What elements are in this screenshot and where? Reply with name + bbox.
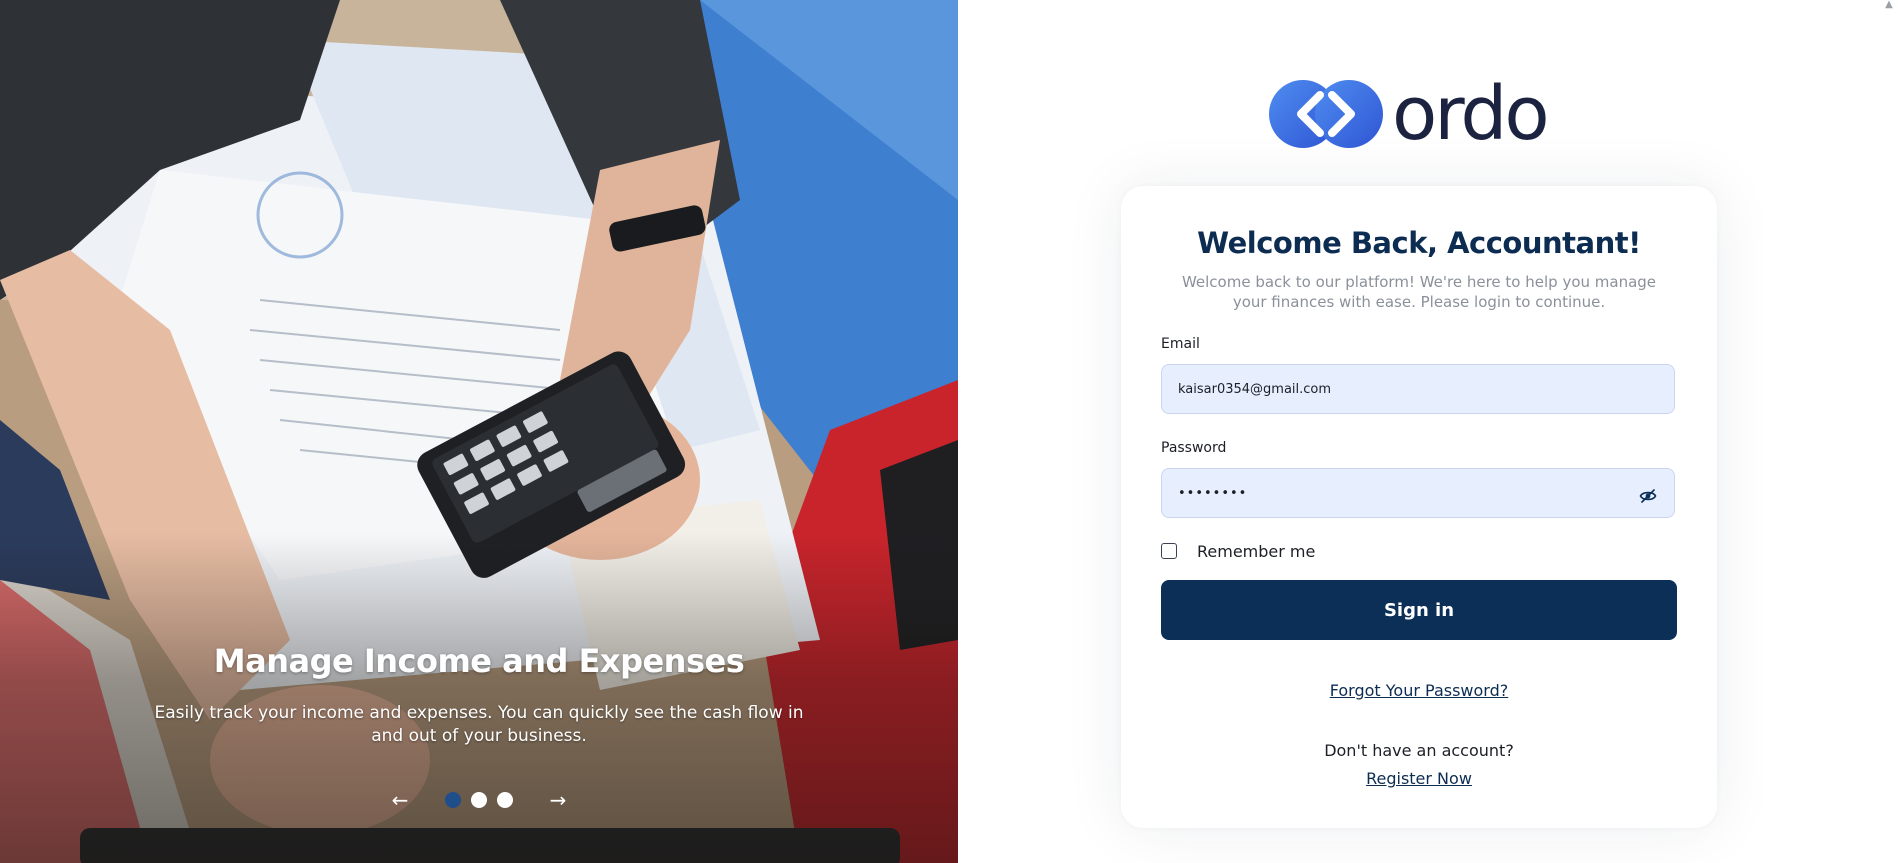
password-label: Password (1161, 440, 1227, 456)
carousel-controls: ← → (388, 788, 570, 812)
remember-me-checkbox[interactable] (1161, 543, 1177, 559)
remember-me: Remember me (1161, 540, 1315, 562)
login-title: Welcome Back, Accountant! (1197, 226, 1641, 260)
email-field[interactable] (1161, 364, 1675, 414)
carousel-dots (445, 792, 513, 808)
scroll-up-arrow-icon[interactable]: ▲ (1882, 0, 1896, 10)
brand-logo: ordo (1268, 76, 1578, 152)
hero-title: Manage Income and Expenses (213, 642, 745, 680)
arrow-right-icon[interactable]: → (546, 790, 570, 810)
login-page: Manage Income and Expenses Easily track … (0, 0, 1898, 863)
login-panel: ▲ ordo Welcome Back, Accountant! Welcome… (958, 0, 1898, 863)
arrow-left-icon[interactable]: ← (388, 790, 412, 810)
hero-description: Easily track your income and expenses. Y… (154, 703, 804, 746)
email-label: Email (1161, 336, 1200, 352)
register-link[interactable]: Register Now (1121, 769, 1717, 788)
carousel-dot-3[interactable] (497, 792, 513, 808)
logo-wordmark: ordo (1392, 71, 1550, 157)
remember-me-label[interactable]: Remember me (1197, 542, 1315, 561)
hero-gradient (0, 533, 958, 863)
login-card: Welcome Back, Accountant! Welcome back t… (1121, 186, 1717, 828)
carousel-dot-1[interactable] (445, 792, 461, 808)
sign-in-button[interactable]: Sign in (1161, 580, 1677, 640)
logo-mark-icon (1269, 80, 1383, 148)
password-field[interactable] (1161, 468, 1675, 518)
hero-panel: Manage Income and Expenses Easily track … (0, 0, 958, 863)
login-subtitle: Welcome back to our platform! We're here… (1181, 273, 1657, 311)
eye-off-icon[interactable] (1636, 484, 1660, 508)
forgot-password-link[interactable]: Forgot Your Password? (1121, 681, 1717, 700)
carousel-dot-2[interactable] (471, 792, 487, 808)
no-account-text: Don't have an account? (1324, 741, 1514, 760)
